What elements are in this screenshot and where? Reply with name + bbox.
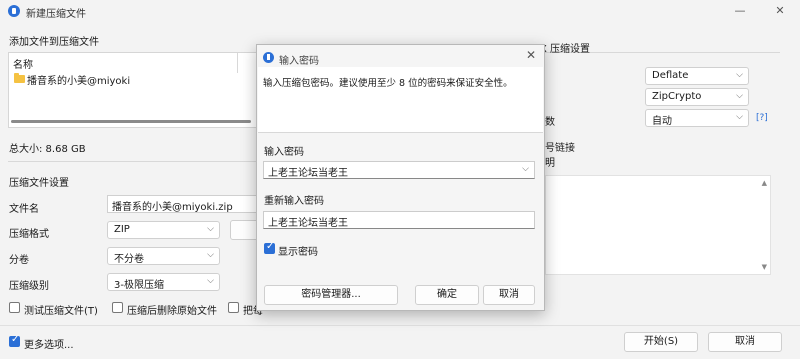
method-select-value: Deflate [652,70,689,81]
delete-after-label: 压缩后删除原始文件 [127,306,217,317]
threads-select-value: 自动 [652,116,672,127]
column-header-name: 名称 [13,60,33,71]
app-icon [8,5,20,17]
start-button[interactable]: 开始(S) [624,332,698,352]
window-titlebar: 新建压缩文件 — ✕ [0,0,800,24]
volume-select[interactable]: 不分卷 ⌵ [107,247,220,265]
add-files-heading: 添加文件到压缩文件 [9,37,99,48]
close-icon[interactable]: ✕ [526,48,536,62]
delete-after-checkbox[interactable] [112,302,123,313]
minimize-icon[interactable]: — [720,0,760,24]
level-select[interactable]: 3-极限压缩 ⌵ [107,273,220,291]
level-label: 压缩级别 [9,281,49,292]
folder-icon [14,73,25,83]
footer-divider [0,325,800,326]
password-input[interactable]: 上老王论坛当老王 ⌵ [263,161,535,179]
format-select[interactable]: ZIP ⌵ [107,221,220,239]
dialog-hint-area: 输入压缩包密码。建议使用至少 8 位的密码来保证安全性。 [258,67,543,132]
threads-select[interactable]: 自动 ⌵ [645,109,749,127]
dialog-title: 输入密码 [279,56,319,67]
encryption-select[interactable]: ZipCrypto ⌵ [645,88,749,106]
cancel-button[interactable]: 取消 [708,332,782,352]
volume-label: 分卷 [9,255,29,266]
scroll-up-icon[interactable]: ▲ [762,179,767,187]
chevron-down-icon: ⌵ [207,276,214,286]
dialog-hint: 输入压缩包密码。建议使用至少 8 位的密码来保证安全性。 [263,78,513,89]
column-divider [237,53,238,73]
partial-option-checkbox[interactable] [228,302,239,313]
description-label: 明 [545,158,555,169]
description-area[interactable]: ▲ ▼ [545,175,771,275]
symlink-label: 号链接 [545,143,575,154]
show-password-checkbox[interactable] [264,241,275,254]
close-icon[interactable]: ✕ [760,0,800,24]
horizontal-scrollbar[interactable] [11,120,251,123]
list-item[interactable]: 播音系的小美@miyoki [27,72,130,87]
show-password-label: 显示密码 [278,247,318,258]
dialog-divider [258,132,543,133]
filename-label: 文件名 [9,204,39,215]
volume-select-value: 不分卷 [114,254,144,265]
dialog-cancel-button[interactable]: 取消 [483,285,535,305]
format-label: 压缩格式 [9,229,49,240]
ok-button[interactable]: 确定 [415,285,479,305]
password-input-value: 上老王论坛当老王 [268,168,348,179]
encryption-select-value: ZipCrypto [652,91,702,102]
divider [8,161,258,162]
chevron-down-icon: ⌵ [736,112,743,122]
scroll-down-icon[interactable]: ▼ [762,263,767,271]
chevron-down-icon: ⌵ [736,91,743,101]
filename-input[interactable]: 播音系的小美@miyoki.zip [107,195,259,213]
test-after-checkbox[interactable] [9,302,20,313]
help-link[interactable]: [?] [756,113,768,123]
file-list[interactable]: 名称 播音系的小美@miyoki [8,52,260,128]
level-select-value: 3-极限压缩 [114,280,164,291]
more-options-label: 更多选项... [24,340,74,351]
more-options-checkbox[interactable] [9,334,20,347]
password-manager-button[interactable]: 密码管理器... [264,285,398,305]
reenter-label: 重新输入密码 [264,196,324,207]
test-after-label: 测试压缩文件(T) [24,306,98,317]
chevron-down-icon: ⌵ [207,250,214,260]
total-size: 总大小: 8.68 GB [9,144,86,155]
method-select[interactable]: Deflate ⌵ [645,67,749,85]
dialog-app-icon [263,52,274,63]
chevron-down-icon: ⌵ [736,70,743,80]
chevron-down-icon[interactable]: ⌵ [522,164,529,174]
password-label: 输入密码 [264,147,304,158]
password-dialog: 输入密码 ✕ 输入压缩包密码。建议使用至少 8 位的密码来保证安全性。 输入密码… [256,44,545,311]
reenter-password-input[interactable]: 上老王论坛当老王 [263,211,535,229]
settings-heading: 压缩文件设置 [9,178,69,189]
chevron-down-icon: ⌵ [207,224,214,234]
window-title: 新建压缩文件 [26,9,86,20]
format-select-value: ZIP [114,224,130,235]
threads-label: 数 [545,117,555,128]
